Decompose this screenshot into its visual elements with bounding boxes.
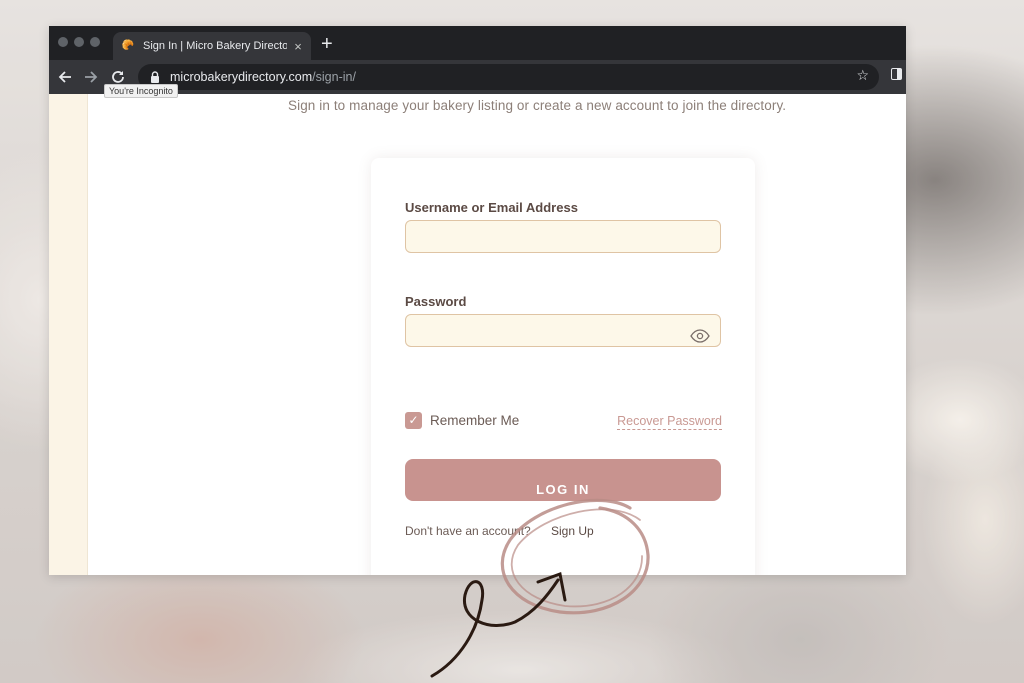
username-label: Username or Email Address <box>405 200 578 215</box>
browser-window: 🥐 Sign In | Micro Bakery Directory × + m… <box>49 26 906 575</box>
remember-me-checkbox[interactable]: ✓ <box>405 412 422 429</box>
active-tab[interactable]: 🥐 Sign In | Micro Bakery Directory × <box>113 32 311 60</box>
incognito-tooltip: You're Incognito <box>104 84 178 98</box>
window-close-dot[interactable] <box>58 37 68 47</box>
window-zoom-dot[interactable] <box>90 37 100 47</box>
no-account-text: Don't have an account? <box>405 524 531 538</box>
back-arrow-icon[interactable] <box>54 65 76 89</box>
side-panel-icon[interactable] <box>891 68 902 80</box>
tab-title: Sign In | Micro Bakery Directory <box>143 40 287 52</box>
recover-password-link[interactable]: Recover Password <box>617 414 722 430</box>
url-host: microbakerydirectory.com <box>170 70 313 84</box>
username-input[interactable] <box>405 220 721 253</box>
new-tab-button[interactable]: + <box>321 32 333 56</box>
bakery-favicon-icon: 🥐 <box>121 40 135 51</box>
url-path: /sign-in/ <box>312 70 356 84</box>
bookmark-star-icon[interactable]: ☆ <box>856 67 869 84</box>
page-subtitle: Sign in to manage your bakery listing or… <box>288 98 787 113</box>
tab-close-icon[interactable]: × <box>291 39 305 54</box>
password-input[interactable] <box>405 314 721 347</box>
login-button[interactable]: LOG IN <box>405 459 721 501</box>
password-label: Password <box>405 294 467 309</box>
window-minimize-dot[interactable] <box>74 37 84 47</box>
login-card: Username or Email Address Password ✓ Rem… <box>371 158 755 575</box>
sign-up-link[interactable]: Sign Up <box>551 524 594 538</box>
address-bar[interactable]: microbakerydirectory.com/sign-in/ ☆ <box>138 64 879 90</box>
eye-icon[interactable] <box>690 329 710 343</box>
page-side-strip <box>49 94 88 575</box>
tab-strip: 🥐 Sign In | Micro Bakery Directory × + <box>49 26 906 60</box>
sign-in-page: Sign in to manage your bakery listing or… <box>49 94 906 575</box>
remember-me-label[interactable]: Remember Me <box>430 413 519 428</box>
forward-arrow-icon[interactable] <box>80 65 102 89</box>
lock-icon <box>151 71 159 83</box>
